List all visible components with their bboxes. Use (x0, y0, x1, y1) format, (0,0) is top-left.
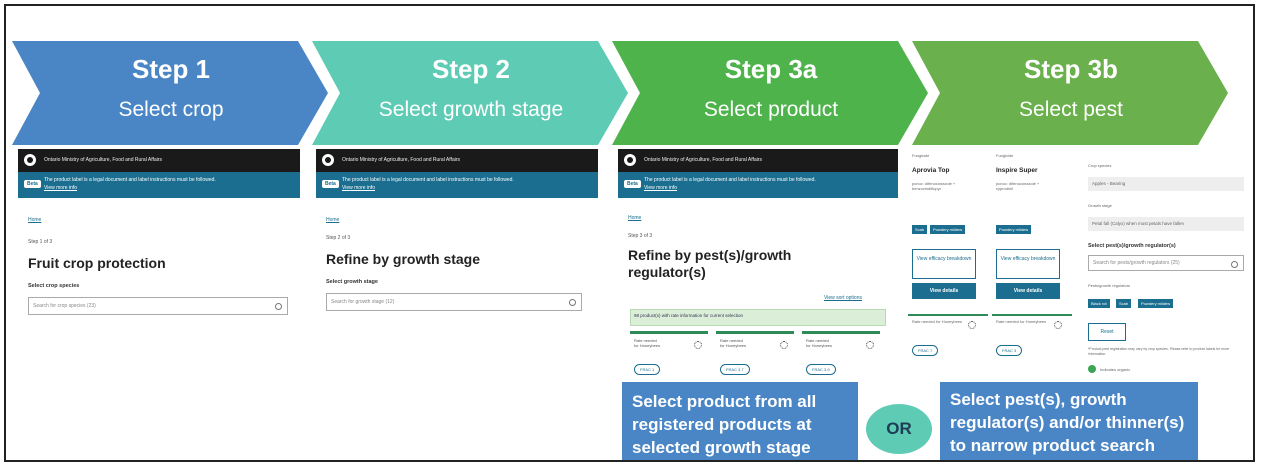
ministry-header: Ontario Ministry of Agriculture, Food an… (18, 149, 300, 172)
notice-banner: Beta The product label is a legal docume… (316, 172, 598, 198)
organic-icon (1088, 365, 1096, 373)
bee-icon (866, 341, 874, 349)
ontario-logo-icon (24, 154, 36, 166)
beta-badge: Beta (322, 180, 339, 188)
reset-button[interactable]: Reset (1088, 323, 1126, 341)
bee-icon (968, 321, 976, 329)
frac-badge: FRAC 3.7 (720, 364, 750, 375)
frac-badge: FRAC 7 (912, 345, 939, 356)
pest-select-label: Select pest(s)/growth regulator(s) (1088, 243, 1176, 249)
notice-text: The product label is a legal document an… (644, 177, 816, 183)
growth-stage-label: Select growth stage (326, 279, 378, 285)
view-details-button[interactable]: View details (912, 283, 976, 299)
crop-species-value[interactable]: Apples - Bearing (1088, 177, 1244, 191)
growth-stage-value[interactable]: Petal fall (Calyx) when most petals have… (1088, 217, 1244, 231)
figure-frame: Step 1 Select crop Step 2 Select growth … (4, 4, 1255, 462)
crop-species-label: Select crop species (28, 283, 80, 289)
panel-step-3a: Ontario Ministry of Agriculture, Food an… (618, 149, 898, 384)
home-link[interactable]: Home (326, 217, 339, 223)
selected-pest-tag[interactable]: Black rot (1088, 299, 1110, 308)
column-header: Fungicide (912, 153, 930, 158)
search-icon (1231, 261, 1238, 268)
notice-text: The product label is a legal document an… (342, 177, 514, 183)
organic-legend: Indicates organic (1100, 367, 1131, 372)
notice-banner: Beta The product label is a legal docume… (618, 172, 898, 198)
step-indicator: Step 1 of 3 (28, 239, 53, 245)
bee-icon (780, 341, 788, 349)
product-name: Inspire Super (996, 167, 1038, 174)
beta-badge: Beta (24, 180, 41, 188)
or-badge: OR (866, 404, 932, 454)
rate-note: Rate needed for Honeybees (996, 319, 1047, 324)
frac-badge: FRAC 1 (634, 364, 661, 375)
ministry-header: Ontario Ministry of Agriculture, Food an… (618, 149, 898, 172)
notice-text: The product label is a legal document an… (44, 177, 216, 183)
callout-select-pest: Select pest(s), growth regulator(s) and/… (940, 382, 1198, 460)
card-divider (908, 314, 988, 316)
page-title: Refine by growth stage (326, 251, 481, 267)
selected-pest-tag[interactable]: Powdery mildew (1138, 299, 1174, 308)
view-more-link[interactable]: View more info (644, 185, 677, 191)
home-link[interactable]: Home (28, 217, 41, 223)
ontario-logo-icon (624, 154, 636, 166)
frac-badge: FRAC 3.9 (806, 364, 836, 375)
step-2-title: Step 2 (431, 54, 511, 84)
crop-species-search-input[interactable]: Search for crop species (23) (28, 297, 288, 315)
step-1-title: Step 1 (131, 54, 211, 84)
column-header: Fungicide (996, 153, 1014, 158)
product-card[interactable]: Rate needed for Honeybees FRAC 1 (630, 331, 708, 384)
growth-stage-search-input[interactable]: Search for growth stage (12) (326, 293, 582, 311)
notice-banner: Beta The product label is a legal docume… (18, 172, 300, 198)
step-indicator: Step 2 of 3 (326, 235, 351, 241)
search-icon (275, 303, 282, 310)
ontario-logo-icon (322, 154, 334, 166)
step-3a-title: Step 3a (724, 54, 818, 84)
growth-stage-label: Growth stage (1088, 203, 1112, 208)
home-link[interactable]: Home (628, 215, 641, 221)
view-efficacy-button[interactable]: View efficacy breakdown (912, 249, 976, 279)
crop-species-label: Crop species (1088, 163, 1112, 168)
pest-tag: Powdery mildew (930, 225, 966, 234)
ministry-header: Ontario Ministry of Agriculture, Food an… (316, 149, 598, 172)
view-details-button[interactable]: View details (996, 283, 1060, 299)
bee-icon (694, 341, 702, 349)
selected-pest-tag[interactable]: Scab (1116, 299, 1132, 308)
step-3b-title: Step 3b (1024, 54, 1118, 84)
product-card[interactable]: Rate needed for Honeybees FRAC 3.9 (802, 331, 880, 384)
search-icon (569, 299, 576, 306)
step-1-subtitle: Select crop (118, 98, 224, 121)
page-title: Refine by pest(s)/growth regulator(s) (628, 247, 792, 280)
bee-icon (1054, 321, 1062, 329)
sort-options-link[interactable]: View sort options (824, 295, 862, 301)
step-3b-subtitle: Select pest (1019, 98, 1123, 121)
pest-tag: Scab (912, 225, 928, 234)
beta-badge: Beta (624, 180, 641, 188)
registration-note: *Product pest registration may vary by c… (1088, 347, 1230, 356)
card-divider (992, 314, 1072, 316)
view-more-link[interactable]: View more info (342, 185, 375, 191)
ministry-name: Ontario Ministry of Agriculture, Food an… (342, 157, 461, 163)
selected-pests-label: Pests/growth regulators (1088, 283, 1131, 288)
panel-step-1: Ontario Ministry of Agriculture, Food an… (18, 149, 300, 334)
pest-search-input[interactable]: Search for pests/growth regulators (25) (1088, 255, 1244, 271)
rate-note: Rate needed for Honeybees (912, 319, 963, 324)
panel-step-3b: Fungicide Fungicide Aprovia Top pcnoc: d… (906, 149, 1251, 379)
step-indicator: Step 3 of 3 (628, 233, 653, 239)
step-3a-subtitle: Select product (703, 98, 839, 121)
product-ingredients: pcnoc: difenoconazole + cyprodinil (996, 181, 1040, 191)
product-ingredients: pcnoc: difenoconazole + benzovindiflupyr (912, 181, 956, 191)
ministry-name: Ontario Ministry of Agriculture, Food an… (644, 157, 763, 163)
view-more-link[interactable]: View more info (44, 185, 77, 191)
ministry-name: Ontario Ministry of Agriculture, Food an… (44, 157, 163, 163)
results-count-banner: 98 product(s) with rate information for … (630, 309, 886, 326)
view-efficacy-button[interactable]: View efficacy breakdown (996, 249, 1060, 279)
panel-step-2: Ontario Ministry of Agriculture, Food an… (316, 149, 598, 334)
product-name: Aprovia Top (912, 167, 950, 174)
product-card[interactable]: Rate needed for Honeybees FRAC 3.7 (716, 331, 794, 384)
page-title: Fruit crop protection (28, 255, 166, 271)
callout-select-product: Select product from all registered produ… (622, 382, 858, 460)
step-2-subtitle: Select growth stage (378, 98, 564, 121)
frac-badge: FRAC 3 (996, 345, 1023, 356)
pest-tag: Powdery mildew (996, 225, 1032, 234)
